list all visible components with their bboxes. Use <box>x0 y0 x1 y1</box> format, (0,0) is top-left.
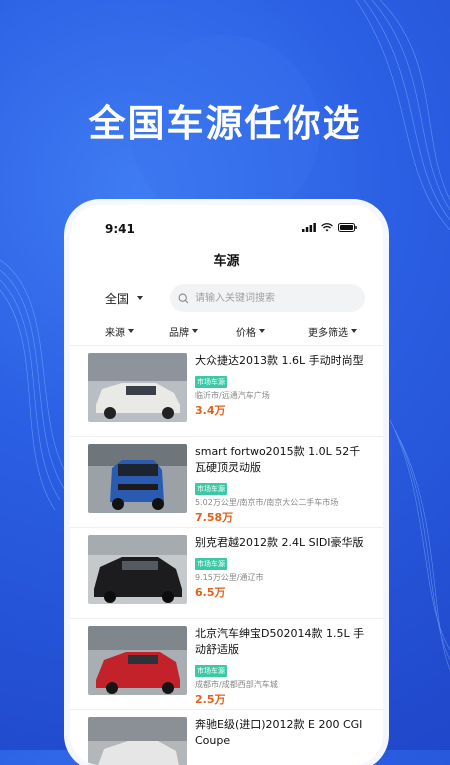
listing-item[interactable]: 别克君越2012款 2.4L SIDI豪华版 市场车源 9.15万公里/通辽市 … <box>70 528 383 619</box>
listing-info: 奔驰E级(进口)2012款 E 200 CGI Coupe <box>195 717 365 749</box>
car-photo <box>88 626 187 695</box>
chevron-down-icon <box>259 329 265 333</box>
filter-brand-label: 品牌 <box>169 327 189 339</box>
listing-title: 奔驰E级(进口)2012款 E 200 CGI Coupe <box>195 718 363 747</box>
listing-item[interactable]: 奔驰E级(进口)2012款 E 200 CGI Coupe <box>70 710 383 765</box>
listing-price: 3.4万 <box>195 404 226 417</box>
listing-title: 北京汽车绅宝D502014款 1.5L 手动舒适版 <box>195 627 365 656</box>
car-photo <box>88 717 187 765</box>
source-tag: 市场车源 <box>195 665 227 677</box>
search-box[interactable] <box>170 284 365 312</box>
source-tag: 市场车源 <box>195 483 227 495</box>
sort-filter-row: 来源 品牌 价格 更多筛选 <box>70 317 383 346</box>
status-bar: 9:41 <box>70 205 383 245</box>
headline: 全国车源任你选 <box>88 102 362 145</box>
phone-frame: 9:41 车源 全国 请输入关键词搜索 来源 品牌 价格 更多筛选 大众捷达20… <box>70 205 383 765</box>
car-photo <box>88 535 187 604</box>
car-photo <box>88 444 187 513</box>
chevron-down-icon <box>192 329 198 333</box>
listing-title: 别克君越2012款 2.4L SIDI豪华版 <box>195 536 364 549</box>
chevron-down-icon <box>128 329 134 333</box>
region-selector[interactable]: 全国 <box>70 290 165 307</box>
listing-meta: 临沂市/远通汽车广场 <box>195 391 270 400</box>
source-tag: 市场车源 <box>195 376 227 388</box>
listing-info: 大众捷达2013款 1.6L 手动时尚型 市场车源 临沂市/远通汽车广场 3.4… <box>195 353 365 418</box>
listing-title: 大众捷达2013款 1.6L 手动时尚型 <box>195 354 364 367</box>
listing-info: 北京汽车绅宝D502014款 1.5L 手动舒适版 市场车源 成都市/成都西部汽… <box>195 626 365 707</box>
listing-price: 7.58万 <box>195 511 234 524</box>
signal-icon <box>302 223 316 232</box>
listing-price: 6.5万 <box>195 586 226 599</box>
filter-price[interactable]: 价格 <box>236 324 265 339</box>
filter-more[interactable]: 更多筛选 <box>308 324 357 339</box>
filter-more-label: 更多筛选 <box>308 327 348 339</box>
listing-price: 2.5万 <box>195 693 226 706</box>
source-tag: 市场车源 <box>195 558 227 570</box>
listing-info: 别克君越2012款 2.4L SIDI豪华版 市场车源 9.15万公里/通辽市 … <box>195 535 365 600</box>
listing-list: 大众捷达2013款 1.6L 手动时尚型 市场车源 临沂市/远通汽车广场 3.4… <box>70 346 383 765</box>
status-icons <box>302 223 357 232</box>
listing-item[interactable]: 北京汽车绅宝D502014款 1.5L 手动舒适版 市场车源 成都市/成都西部汽… <box>70 619 383 710</box>
listing-item[interactable]: smart fortwo2015款 1.0L 52千瓦硬顶灵动版 市场车源 5.… <box>70 437 383 528</box>
filter-price-label: 价格 <box>236 327 256 339</box>
filter-source[interactable]: 来源 <box>105 324 134 339</box>
filter-row: 全国 <box>70 283 383 313</box>
search-icon <box>178 293 189 303</box>
listing-title: smart fortwo2015款 1.0L 52千瓦硬顶灵动版 <box>195 445 361 474</box>
listing-meta: 5.02万公里/南京市/南京大公二手车市场 <box>195 498 339 507</box>
status-time: 9:41 <box>105 222 135 236</box>
page-title: 车源 <box>213 254 240 269</box>
chevron-down-icon <box>137 296 144 300</box>
filter-brand[interactable]: 品牌 <box>169 324 198 339</box>
listing-meta: 成都市/成都西部汽车城 <box>195 680 278 689</box>
car-photo <box>88 353 187 422</box>
wifi-icon <box>321 223 333 232</box>
chevron-down-icon <box>351 329 357 333</box>
filter-source-label: 来源 <box>105 327 125 339</box>
search-input[interactable] <box>193 291 357 305</box>
region-label: 全国 <box>105 291 130 306</box>
listing-info: smart fortwo2015款 1.0L 52千瓦硬顶灵动版 市场车源 5.… <box>195 444 365 525</box>
battery-icon <box>338 223 357 232</box>
listing-meta: 9.15万公里/通辽市 <box>195 573 264 582</box>
listing-item[interactable]: 大众捷达2013款 1.6L 手动时尚型 市场车源 临沂市/远通汽车广场 3.4… <box>70 346 383 437</box>
